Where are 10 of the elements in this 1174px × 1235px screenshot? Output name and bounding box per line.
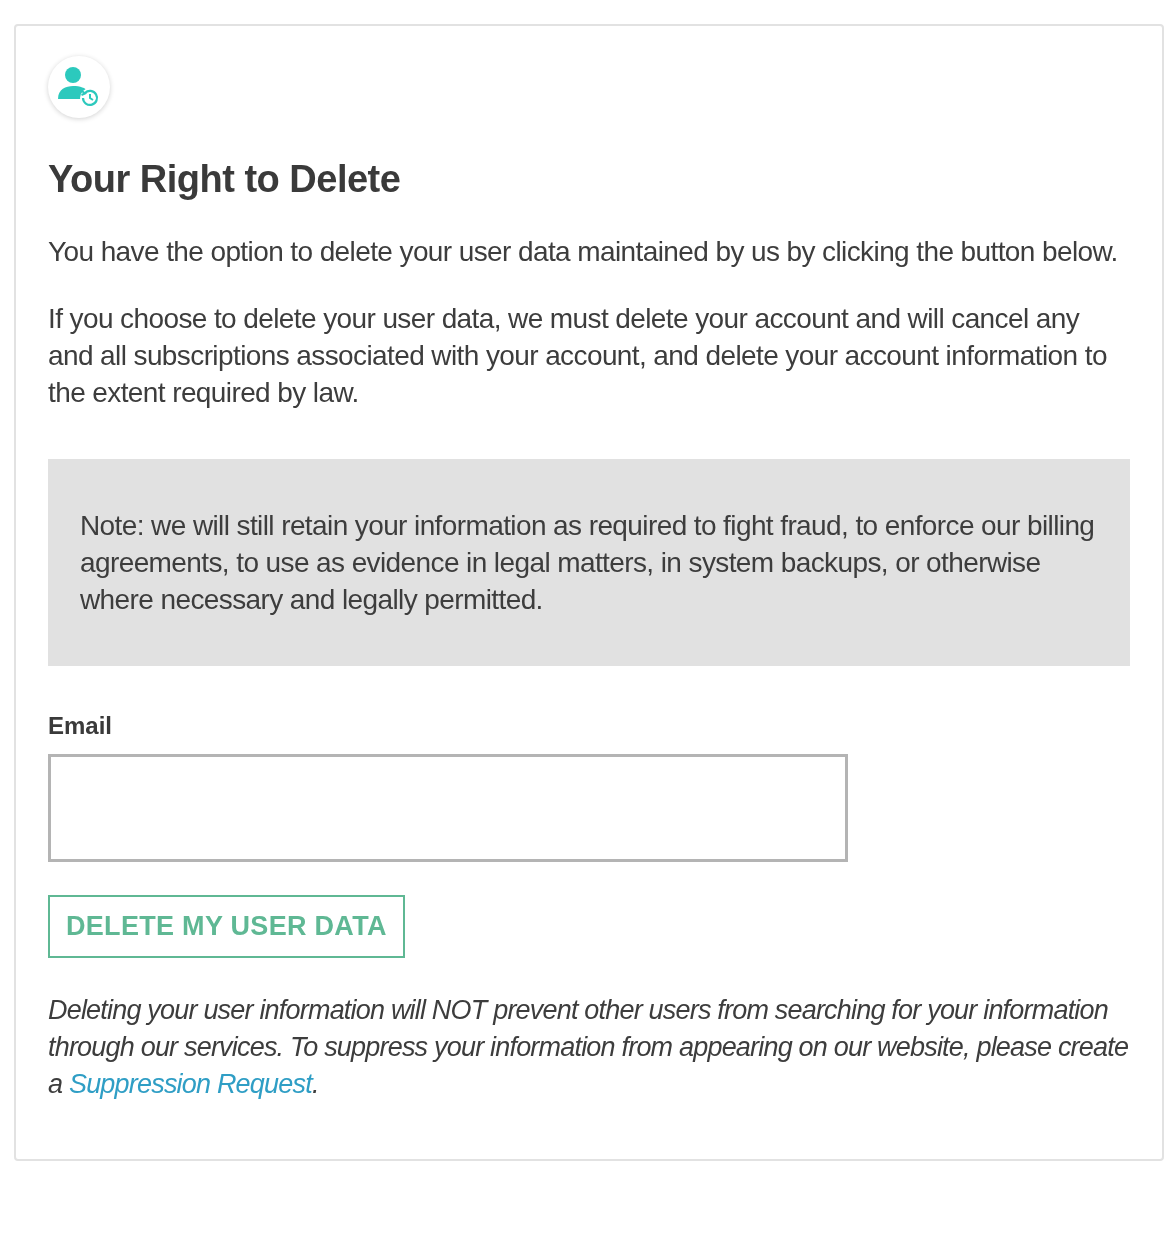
body-paragraph: If you choose to delete your user data, we must delete your account and will cancel any and all subscriptions associated with your account, and delete your account information to the extent required by law. xyxy=(48,302,1108,410)
user-history-icon xyxy=(48,56,110,118)
body-paragraph: You have the option to delete your user data maintained by us by clicking the button below. xyxy=(48,235,1119,269)
disclaimer-text: Deleting your user information will NOT prevent other users from searching for your information through our services. To suppress your information from appearing on our website, please create a Suppression Request. xyxy=(48,994,1130,1101)
note-panel: Note: we will still retain your information as required to fight fraud, to enforce our billing agreements, to use as evidence in legal matters, in system backups, or otherwise where necessary and legally permitted. xyxy=(48,459,1130,666)
suppression-request-link[interactable]: Suppression Request xyxy=(68,1069,312,1099)
email-label: Email xyxy=(48,712,114,740)
page-title: Your Right to Delete xyxy=(48,158,402,201)
email-input[interactable] xyxy=(48,754,848,862)
delete-button[interactable]: DELETE MY USER DATA xyxy=(48,895,405,958)
